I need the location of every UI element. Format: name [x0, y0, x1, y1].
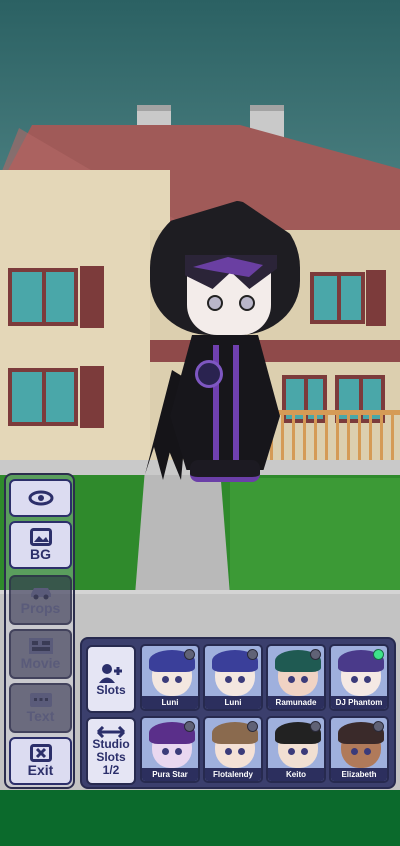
- side-menu: BG Props Movie Text Exit: [4, 473, 75, 789]
- lawn: [230, 478, 400, 596]
- swap-arrows-icon: [96, 725, 126, 738]
- slot-avatar-eye: [225, 676, 232, 683]
- props-button-label: Props: [20, 600, 61, 616]
- slot-status-dot: [184, 649, 195, 660]
- slot-avatar-eye: [238, 676, 245, 683]
- eye-icon: [28, 490, 53, 506]
- slot-status-dot: [247, 649, 258, 660]
- text-button-label: Text: [26, 708, 55, 724]
- character-figure[interactable]: [135, 195, 310, 490]
- exit-button-label: Exit: [27, 762, 54, 778]
- character-eye: [207, 295, 223, 311]
- character-outfit: [170, 335, 280, 470]
- bg-button[interactable]: BG: [9, 521, 72, 569]
- slot-panel: Slots Studio Slots 1/2 Luni Luni Ramunade D…: [80, 637, 396, 789]
- text-icon: [29, 693, 52, 707]
- slot-status-dot: [373, 649, 384, 660]
- character-slot[interactable]: Flotalendy: [203, 716, 263, 783]
- slot-character-name: DJ Phantom: [331, 696, 387, 709]
- walkway: [135, 475, 230, 595]
- slot-status-dot: [184, 721, 195, 732]
- slot-character-name: Keito: [268, 768, 324, 781]
- movie-button-label: Movie: [20, 655, 61, 671]
- slot-character-name: Elizabeth: [331, 768, 387, 781]
- slot-avatar-eye: [225, 748, 232, 755]
- props-button[interactable]: Props: [9, 575, 72, 625]
- slot-status-dot: [247, 721, 258, 732]
- slot-character-name: Pura Star: [142, 768, 198, 781]
- slot-avatar-eye: [301, 748, 308, 755]
- slots-button[interactable]: Slots: [86, 645, 136, 713]
- slot-avatar-eye: [162, 748, 169, 755]
- character-slot[interactable]: Luni: [203, 644, 263, 711]
- house-window: [8, 268, 78, 326]
- character-eye: [239, 295, 255, 311]
- slot-avatar-eye: [162, 676, 169, 683]
- slot-avatar-eye: [364, 676, 371, 683]
- image-icon: [29, 528, 52, 546]
- exit-button[interactable]: Exit: [9, 737, 72, 785]
- window-shutter: [80, 366, 104, 428]
- bg-button-label: BG: [30, 546, 51, 562]
- slot-status-dot: [310, 649, 321, 660]
- car-icon: [30, 588, 51, 600]
- slot-avatar-eye: [301, 676, 308, 683]
- slot-avatar-eye: [175, 676, 182, 683]
- slot-avatar-eye: [364, 748, 371, 755]
- slot-status-dot: [310, 721, 321, 732]
- slot-avatar-eye: [238, 748, 245, 755]
- studio-slots-button[interactable]: Studio Slots 1/2: [86, 717, 136, 785]
- character-slot[interactable]: Ramunade: [266, 644, 326, 711]
- window-shutter: [80, 266, 104, 328]
- character-slot[interactable]: DJ Phantom: [329, 644, 389, 711]
- house-window: [310, 272, 365, 324]
- visibility-button[interactable]: [9, 479, 72, 517]
- slot-avatar-eye: [351, 748, 358, 755]
- studio-slots-button-label: Studio Slots 1/2: [92, 736, 130, 777]
- character-boots: [190, 460, 260, 482]
- slot-avatar-eye: [175, 748, 182, 755]
- ground-strip: [0, 790, 400, 846]
- house-window: [8, 368, 78, 426]
- character-slot[interactable]: Luni: [140, 644, 200, 711]
- slots-button-label: Slots: [96, 682, 126, 697]
- slot-character-name: Luni: [205, 696, 261, 709]
- outfit-stripe: [233, 345, 239, 465]
- text-button[interactable]: Text: [9, 683, 72, 733]
- movie-icon: [28, 638, 53, 654]
- character-slot[interactable]: Keito: [266, 716, 326, 783]
- slot-status-dot: [373, 721, 384, 732]
- character-accessory: [195, 360, 223, 388]
- movie-button[interactable]: Movie: [9, 629, 72, 679]
- slot-avatar-eye: [351, 676, 358, 683]
- window-shutter: [366, 270, 386, 326]
- close-box-icon: [29, 744, 52, 762]
- slot-avatar-eye: [288, 676, 295, 683]
- slot-avatar-eye: [288, 748, 295, 755]
- slot-character-name: Luni: [142, 696, 198, 709]
- slot-character-name: Ramunade: [268, 696, 324, 709]
- character-slot[interactable]: Pura Star: [140, 716, 200, 783]
- slot-character-name: Flotalendy: [205, 768, 261, 781]
- character-slot[interactable]: Elizabeth: [329, 716, 389, 783]
- add-person-icon: [99, 663, 122, 683]
